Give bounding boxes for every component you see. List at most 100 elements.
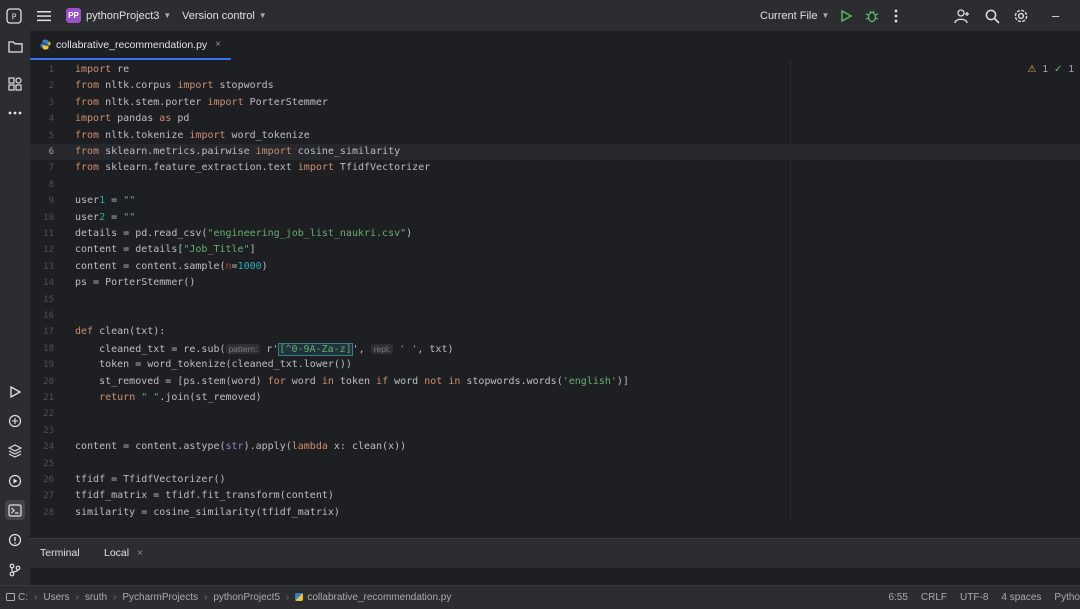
chevron-right-icon: › [203, 591, 208, 603]
debug-icon[interactable] [862, 6, 882, 26]
code-line[interactable]: 6 from sklearn.metrics.pairwise import co… [30, 144, 1080, 161]
more-actions-icon[interactable] [886, 6, 906, 26]
python-interpreter[interactable]: Pytho [1054, 592, 1080, 603]
code-text[interactable]: return " ".join(st_removed) [75, 390, 262, 406]
code-line[interactable]: 22 [30, 406, 1080, 422]
code-line[interactable]: 13 content = content.sample(n=1000) [30, 259, 1080, 275]
code-text[interactable]: from sklearn.metrics.pairwise import cos… [75, 144, 400, 160]
code-line[interactable]: 27 tfidf_matrix = tfidf.fit_transform(con… [30, 488, 1080, 504]
code-line[interactable]: 16 [30, 308, 1080, 324]
code-line[interactable]: 25 [30, 456, 1080, 472]
code-text[interactable]: content = content.sample(n=1000) [75, 259, 268, 275]
code-text[interactable]: content = content.astype(str).apply(lamb… [75, 439, 406, 455]
file-encoding[interactable]: UTF-8 [960, 592, 988, 603]
more-tool-windows-icon[interactable] [5, 103, 25, 123]
code-line[interactable]: 4 import pandas as pd [30, 111, 1080, 127]
chevron-down-icon: ▼ [821, 11, 830, 20]
line-number: 6 [48, 147, 54, 157]
indent-setting[interactable]: 4 spaces [1001, 592, 1041, 603]
code-text[interactable]: details = pd.read_csv("engineering_job_l… [75, 226, 412, 242]
code-line[interactable]: 20 st_removed = [ps.stem(word) for word … [30, 374, 1080, 390]
code-text[interactable]: user2 = "" [75, 210, 135, 226]
code-line[interactable]: 15 [30, 292, 1080, 308]
code-text[interactable]: import re [75, 62, 129, 78]
code-text[interactable]: import pandas as pd [75, 111, 189, 127]
code-line[interactable]: 8 [30, 177, 1080, 193]
line-number: 28 [43, 507, 54, 518]
code-line[interactable]: 2 from nltk.corpus import stopwords [30, 78, 1080, 94]
python-file-icon [40, 39, 51, 50]
code-line[interactable]: 5 from nltk.tokenize import word_tokenize [30, 128, 1080, 144]
code-line[interactable]: 9 user1 = "" [30, 193, 1080, 209]
terminal-tab-close-icon[interactable]: × [137, 548, 143, 559]
breadcrumb-item[interactable]: Users [43, 592, 69, 603]
code-text[interactable]: token = word_tokenize(cleaned_txt.lower(… [75, 357, 352, 373]
main-menu-icon[interactable] [34, 6, 54, 26]
minimize-button[interactable]: – [1052, 0, 1059, 31]
git-branch-icon[interactable] [5, 560, 25, 580]
title-bar: P PP pythonProject3 ▼ Version control ▼ … [0, 0, 1080, 31]
code-line[interactable]: 12 content = details["Job_Title"] [30, 242, 1080, 258]
pycharm-logo-icon[interactable]: P [4, 6, 24, 26]
code-line[interactable]: 26 tfidf = TfidfVectorizer() [30, 472, 1080, 488]
code-line[interactable]: 21 return " ".join(st_removed) [30, 390, 1080, 406]
code-text[interactable]: user1 = "" [75, 193, 135, 209]
line-separator[interactable]: CRLF [921, 592, 947, 603]
code-text[interactable]: from nltk.tokenize import word_tokenize [75, 128, 310, 144]
code-line[interactable]: 11 details = pd.read_csv("engineering_job… [30, 226, 1080, 242]
add-user-icon[interactable] [952, 6, 972, 26]
breadcrumb-item[interactable]: collabrative_recommendation.py [307, 592, 451, 603]
terminal-panel-header: Terminal Local × [30, 538, 1080, 568]
caret-position[interactable]: 6:55 [888, 592, 907, 603]
settings-gear-icon[interactable] [1011, 6, 1031, 26]
code-line[interactable]: 18 cleaned_txt = re.sub(pattern: r'[^0-9… [30, 341, 1080, 357]
code-text[interactable]: from sklearn.feature_extraction.text imp… [75, 160, 430, 176]
code-line[interactable]: 17 def clean(txt): [30, 324, 1080, 340]
tab-close-icon[interactable]: × [215, 39, 221, 50]
services-icon[interactable] [5, 471, 25, 491]
editor-tab[interactable]: collabrative_recommendation.py × [30, 31, 232, 60]
code-line[interactable]: 24 content = content.astype(str).apply(la… [30, 439, 1080, 455]
code-text[interactable]: from nltk.stem.porter import PorterStemm… [75, 95, 328, 111]
breadcrumb-item[interactable]: pythonProject5 [213, 592, 280, 603]
breadcrumb-item[interactable]: PycharmProjects [122, 592, 198, 603]
breadcrumb-item[interactable]: C: [18, 592, 28, 603]
code-line[interactable]: 23 [30, 423, 1080, 439]
line-number: 11 [43, 229, 54, 239]
run-tool-icon[interactable] [5, 382, 25, 402]
python-packages-icon[interactable] [5, 441, 25, 461]
drive-icon [6, 593, 15, 601]
code-line[interactable]: 3 from nltk.stem.porter import PorterStem… [30, 95, 1080, 111]
code-text[interactable]: similarity = cosine_similarity(tfidf_mat… [75, 505, 340, 520]
version-control-menu[interactable]: Version control ▼ [182, 0, 267, 31]
project-selector[interactable]: PP pythonProject3 ▼ [66, 0, 171, 31]
code-text[interactable]: cleaned_txt = re.sub(pattern: r'[^0-9A-Z… [75, 341, 453, 358]
code-text[interactable]: tfidf = TfidfVectorizer() [75, 472, 226, 488]
code-line[interactable]: 14 ps = PorterStemmer() [30, 275, 1080, 291]
python-console-icon[interactable] [5, 411, 25, 431]
search-icon[interactable] [982, 6, 1002, 26]
problems-icon[interactable] [5, 530, 25, 550]
line-number: 7 [48, 163, 54, 174]
terminal-icon[interactable] [5, 500, 25, 520]
project-folder-icon[interactable] [5, 36, 25, 56]
code-text[interactable]: ps = PorterStemmer() [75, 275, 195, 291]
structure-icon[interactable] [5, 74, 25, 94]
code-text[interactable]: st_removed = [ps.stem(word) for word in … [75, 374, 629, 390]
breadcrumb-item[interactable]: sruth [85, 592, 107, 603]
code-text[interactable]: tfidf_matrix = tfidf.fit_transform(conte… [75, 488, 334, 504]
code-text[interactable]: def clean(txt): [75, 324, 165, 340]
code-line[interactable]: 28 similarity = cosine_similarity(tfidf_m… [30, 505, 1080, 520]
code-line[interactable]: 10 user2 = "" [30, 210, 1080, 226]
terminal-tab-local[interactable]: Local × [104, 539, 143, 567]
code-line[interactable]: 7 from sklearn.feature_extraction.text im… [30, 160, 1080, 176]
code-text[interactable]: from nltk.corpus import stopwords [75, 78, 274, 94]
code-line[interactable]: 19 token = word_tokenize(cleaned_txt.low… [30, 357, 1080, 373]
run-icon[interactable] [836, 6, 856, 26]
code-text[interactable]: content = details["Job_Title"] [75, 242, 256, 258]
tab-filename: collabrative_recommendation.py [56, 38, 208, 51]
line-number: 21 [43, 393, 54, 403]
code-line[interactable]: 1 import re [30, 62, 1080, 78]
code-editor[interactable]: ⚠ 1 ✓ 1 1 import re 2 from nltk.corpus import… [30, 60, 1080, 520]
run-config-selector[interactable]: Current File ▼ [760, 0, 829, 31]
